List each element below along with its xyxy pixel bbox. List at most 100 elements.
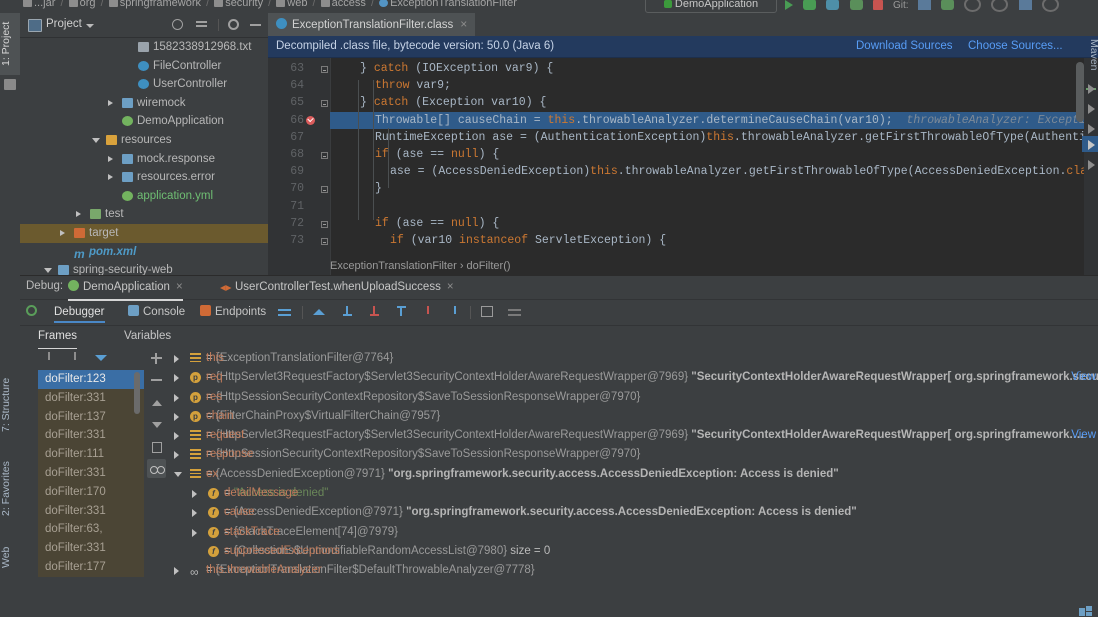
frame-list-item[interactable]: doFilter:331 xyxy=(38,539,144,558)
tree-node[interactable]: wiremock xyxy=(20,94,268,113)
git-commit-button[interactable] xyxy=(940,0,954,10)
tree-node[interactable]: target xyxy=(20,223,268,243)
fold-toggle-icon[interactable] xyxy=(321,100,328,108)
frame-list-item[interactable]: doFilter:331 xyxy=(38,388,144,408)
evaluate-expression-icon[interactable] xyxy=(481,306,495,319)
variable-row[interactable]: response = {HttpSessionSecurityContextRe… xyxy=(168,445,1098,464)
variables-pane[interactable]: this = {ExceptionTranslationFilter@7764}… xyxy=(168,349,1098,578)
chevron-right-icon[interactable] xyxy=(174,374,179,383)
frame-list-item[interactable]: doFilter:170 xyxy=(38,482,144,502)
fold-toggle-icon[interactable] xyxy=(321,152,328,159)
code-line[interactable]: } catch (Exception var10) { xyxy=(330,96,546,109)
sidebar-item-favorites[interactable]: 2: Favorites xyxy=(0,450,20,528)
code-viewer[interactable]: 63} catch (IOException var9) {64 throw va… xyxy=(268,58,1098,276)
choose-sources-link[interactable]: Choose Sources... xyxy=(968,40,1063,52)
run-configuration-selector[interactable]: DemoApplication xyxy=(645,0,777,13)
fold-toggle-icon[interactable] xyxy=(321,186,328,194)
chevron-right-icon[interactable] xyxy=(174,567,179,576)
breadcrumb-6[interactable]: ExceptionTranslationFilter xyxy=(390,0,517,9)
variable-row[interactable]: f suppressedExceptions = {Collections$Unm… xyxy=(168,542,1098,561)
profile-button[interactable] xyxy=(849,0,863,10)
variable-row[interactable]: request = {HttpServlet3RequestFactory$Se… xyxy=(168,426,1098,445)
breakpoint-icon[interactable] xyxy=(306,115,315,125)
coverage-button[interactable] xyxy=(826,0,840,10)
chevron-right-icon[interactable] xyxy=(174,412,179,421)
chevron-right-icon[interactable] xyxy=(192,509,197,518)
fold-toggle-icon[interactable] xyxy=(321,238,328,245)
close-icon[interactable]: × xyxy=(460,13,467,36)
folder-icon[interactable] xyxy=(4,79,16,90)
filter-icon[interactable] xyxy=(95,352,109,365)
breadcrumb-0[interactable]: ...jar xyxy=(34,0,55,9)
expand-arrow-icon[interactable] xyxy=(1088,124,1095,134)
variable-row[interactable]: ∞ this.throwableAnalyzer = {ExceptionTran… xyxy=(168,561,1098,578)
run-button[interactable] xyxy=(785,0,793,10)
code-line[interactable]: if (ase == null) { xyxy=(330,217,499,230)
chevron-down-icon[interactable] xyxy=(92,137,100,146)
sidebar-item-web[interactable]: Web xyxy=(0,536,20,578)
chevron-right-icon[interactable] xyxy=(174,355,179,363)
code-line[interactable]: } catch (IOException var9) { xyxy=(330,62,553,75)
thread-up-icon[interactable] xyxy=(42,352,56,365)
add-watch-icon[interactable] xyxy=(147,349,166,368)
tab-console[interactable]: Console xyxy=(128,304,185,321)
collapse-all-icon[interactable] xyxy=(196,19,208,31)
code-line[interactable]: ase = (AccessDeniedException)this.throwa… xyxy=(330,165,1098,178)
expand-arrow-icon[interactable] xyxy=(1088,104,1095,114)
sidebar-item-project[interactable]: 1: Project xyxy=(0,13,20,75)
expand-arrow-icon[interactable] xyxy=(1088,84,1095,94)
variable-row[interactable]: p chain = {FilterChainProxy$VirtualFilter… xyxy=(168,407,1098,426)
chevron-down-icon[interactable] xyxy=(44,268,52,275)
frame-list-item[interactable]: doFilter:331 xyxy=(38,464,144,483)
step-out-icon[interactable] xyxy=(394,306,408,319)
variable-row[interactable]: p res = {HttpSessionSecurityContextReposi… xyxy=(168,388,1098,407)
chevron-right-icon[interactable] xyxy=(108,99,113,106)
debug-button[interactable] xyxy=(803,0,817,10)
variable-row[interactable]: p req = {HttpServlet3RequestFactory$Servl… xyxy=(168,368,1098,387)
frame-list-item[interactable]: doFilter:63, xyxy=(38,520,144,540)
breadcrumb-3[interactable]: security xyxy=(225,0,263,9)
tree-node[interactable]: FileController xyxy=(20,57,268,76)
tree-node[interactable]: mock.response xyxy=(20,150,268,169)
fold-toggle-icon[interactable] xyxy=(321,220,328,228)
tab-frames[interactable]: Frames xyxy=(38,325,77,350)
close-icon[interactable]: × xyxy=(447,281,454,293)
debug-session-tab-demoapplication[interactable]: DemoApplication × xyxy=(68,276,183,301)
chevron-right-icon[interactable] xyxy=(76,211,81,218)
settings-icon[interactable] xyxy=(508,306,522,319)
git-revert-button[interactable] xyxy=(991,0,1009,12)
tree-node[interactable]: m pom.xml xyxy=(20,243,268,262)
frame-list-item[interactable]: doFilter:177 xyxy=(38,558,144,577)
breadcrumb-4[interactable]: web xyxy=(287,0,307,9)
code-line[interactable]: RuntimeException ase = (AuthenticationEx… xyxy=(330,131,1098,144)
layout-settings-icon[interactable] xyxy=(1079,606,1092,617)
remove-watch-icon[interactable] xyxy=(147,371,166,390)
move-down-icon[interactable] xyxy=(147,415,166,434)
frame-list-item[interactable]: doFilter:331 xyxy=(38,501,144,521)
chevron-right-icon[interactable] xyxy=(192,528,197,537)
gear-icon[interactable] xyxy=(228,19,240,31)
copy-icon[interactable] xyxy=(147,437,166,456)
tree-node[interactable]: test xyxy=(20,205,268,224)
tree-node[interactable]: 1582338912968.txt xyxy=(20,38,268,57)
variable-row[interactable]: f cause = {AccessDeniedException@7971} "o… xyxy=(168,503,1098,522)
run-to-cursor-icon[interactable] xyxy=(448,306,462,319)
code-line[interactable]: Throwable[] causeChain = this.throwableA… xyxy=(330,114,1098,127)
variable-row[interactable]: ex = {AccessDeniedException@7971} "org.s… xyxy=(168,465,1098,484)
move-up-icon[interactable] xyxy=(147,393,166,412)
settings-button[interactable] xyxy=(1041,0,1059,12)
git-update-button[interactable] xyxy=(917,0,931,10)
sidebar-item-structure[interactable]: 7: Structure xyxy=(0,368,20,442)
tree-node[interactable]: UserController xyxy=(20,75,268,94)
step-over-icon[interactable] xyxy=(313,306,327,319)
search-everywhere-button[interactable] xyxy=(1018,0,1032,10)
variable-row[interactable]: f stackTrace = {StackTraceElement[74]@797… xyxy=(168,523,1098,542)
code-line[interactable]: if (var10 instanceof ServletException) { xyxy=(330,234,666,247)
chevron-right-icon[interactable] xyxy=(174,451,179,460)
frame-list-item[interactable]: doFilter:331 xyxy=(38,426,144,446)
chevron-right-icon[interactable] xyxy=(60,229,65,236)
inspect-icon[interactable] xyxy=(147,459,166,478)
stop-button[interactable] xyxy=(872,0,883,10)
minimize-icon[interactable] xyxy=(250,19,262,31)
frames-scrollbar[interactable] xyxy=(134,372,140,414)
